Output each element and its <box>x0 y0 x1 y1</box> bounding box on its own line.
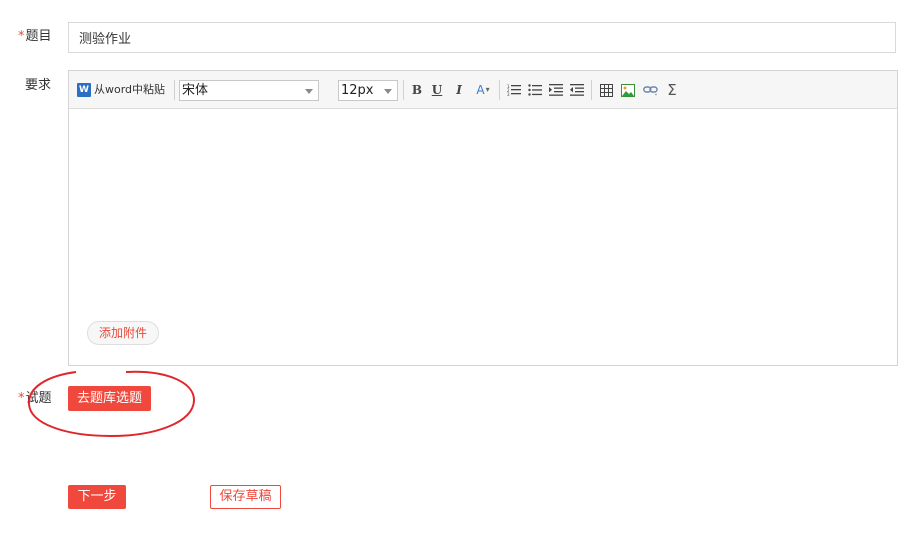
toolbar-divider <box>174 80 175 100</box>
bold-button[interactable]: B <box>409 80 425 100</box>
editor-content-area[interactable]: 添加附件 <box>69 109 897 365</box>
ordered-list-icon[interactable]: 123 <box>505 80 523 100</box>
indent-icon[interactable] <box>547 80 565 100</box>
add-attachment-button[interactable]: 添加附件 <box>87 321 159 345</box>
questions-label: *试题 <box>18 391 52 406</box>
underline-button[interactable]: U <box>429 80 445 100</box>
unordered-list-icon[interactable] <box>526 80 544 100</box>
font-size-select[interactable]: 12px <box>338 80 398 101</box>
save-draft-button[interactable]: 保存草稿 <box>210 485 281 509</box>
paste-from-word-label: 从word中粘贴 <box>94 83 166 96</box>
paste-from-word-button[interactable]: W 从word中粘贴 <box>77 80 169 100</box>
font-family-value: 宋体 <box>182 83 209 98</box>
title-input[interactable] <box>68 22 896 53</box>
chevron-down-icon <box>305 89 313 94</box>
toolbar-divider <box>403 80 404 100</box>
formula-icon[interactable]: Σ <box>663 80 681 100</box>
toolbar-divider <box>499 80 500 100</box>
font-family-select[interactable]: 宋体 <box>179 80 319 101</box>
rich-text-editor: W 从word中粘贴 宋体 12px B U I A ▾ 123 Σ 添加附件 <box>68 70 898 366</box>
editor-toolbar: W 从word中粘贴 宋体 12px B U I A ▾ 123 Σ <box>69 71 897 109</box>
chevron-down-icon: ▾ <box>485 85 490 94</box>
image-icon[interactable] <box>619 80 637 100</box>
required-mark: * <box>18 29 25 44</box>
title-label: *题目 <box>18 29 52 44</box>
font-color-button[interactable]: A ▾ <box>472 80 494 100</box>
font-color-icon: A <box>476 83 485 97</box>
next-step-button[interactable]: 下一步 <box>68 485 126 509</box>
select-from-question-bank-button[interactable]: 去题库选题 <box>68 386 151 411</box>
italic-button[interactable]: I <box>451 80 467 100</box>
toolbar-divider <box>591 80 592 100</box>
font-size-value: 12px <box>341 83 374 98</box>
chevron-down-icon <box>384 89 392 94</box>
link-icon[interactable] <box>641 80 659 100</box>
outdent-icon[interactable] <box>568 80 586 100</box>
word-icon: W <box>77 83 91 97</box>
svg-text:3: 3 <box>507 92 510 97</box>
requirement-label: 要求 <box>25 78 52 93</box>
required-mark: * <box>18 391 25 406</box>
table-icon[interactable] <box>597 80 615 100</box>
